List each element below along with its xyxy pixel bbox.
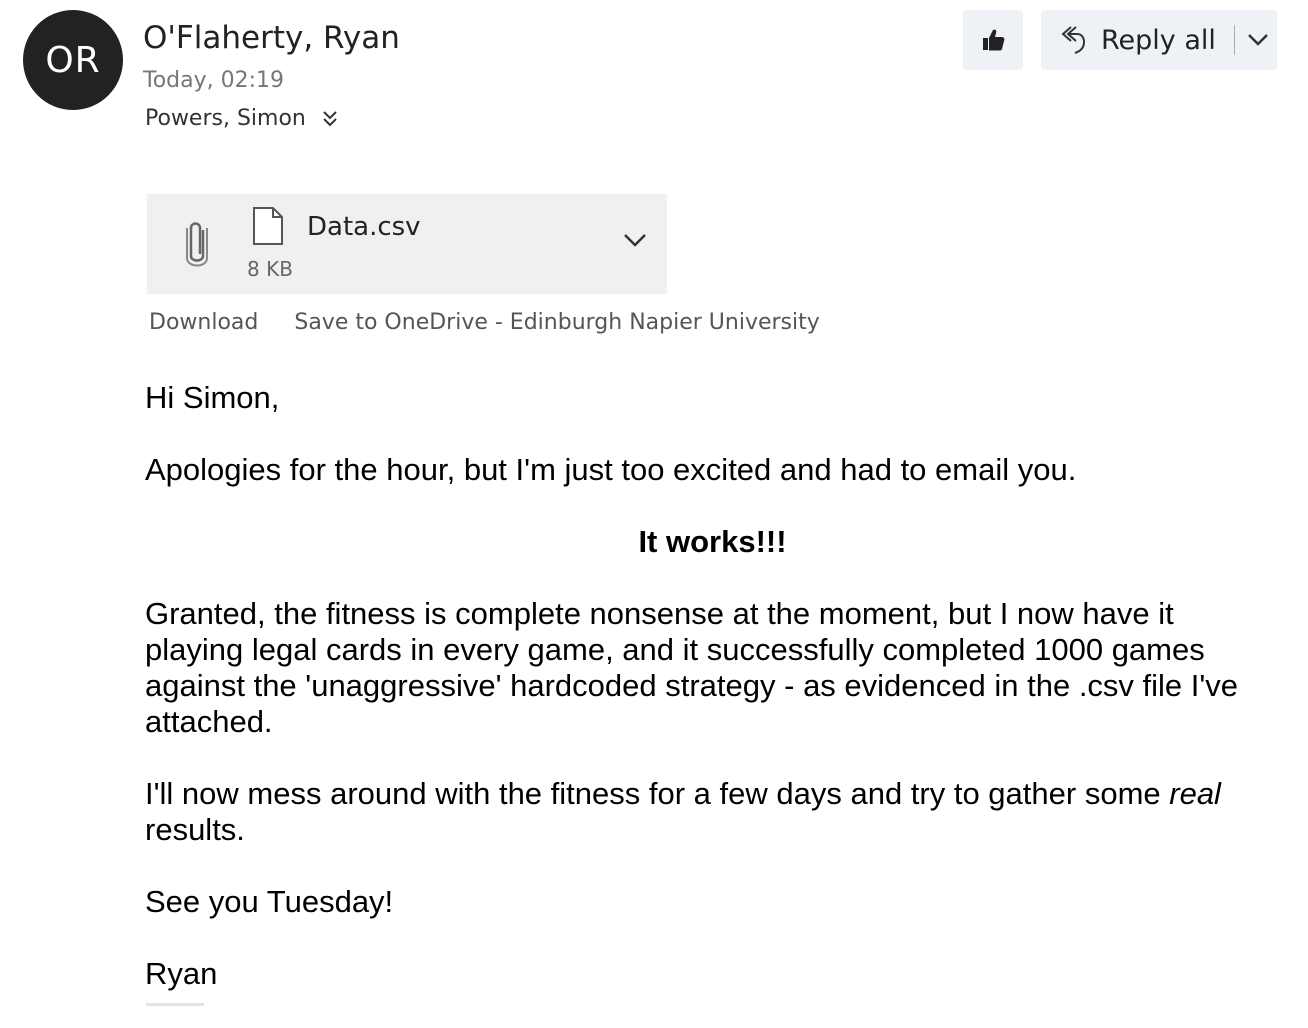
attachment-card[interactable]: Data.csv 8 KB [147,194,667,294]
expand-recipients-icon[interactable] [322,109,338,129]
recipient-name[interactable]: Powers, Simon [145,106,306,131]
message-body: Hi Simon, Apologies for the hour, but I'… [145,380,1280,1028]
save-to-onedrive-link[interactable]: Save to OneDrive - Edinburgh Napier Univ… [294,310,819,335]
like-button[interactable] [963,10,1023,70]
attachment-options-chevron-icon[interactable] [623,232,647,248]
greeting: Hi Simon, [145,380,280,415]
sent-time: Today, 02:19 [143,68,285,93]
file-icon [253,207,283,245]
reply-all-label: Reply all [1101,24,1216,56]
plans-text-end: results. [145,812,245,847]
sender-name[interactable]: O'Flaherty, Ryan [143,20,400,56]
plans-text-start: I'll now mess around with the fitness fo… [145,776,1170,811]
reply-all-button[interactable]: Reply all [1041,10,1277,70]
reply-all-icon [1061,26,1086,54]
paperclip-icon [186,222,208,267]
download-link[interactable]: Download [149,310,258,335]
headline: It works!!! [638,524,787,559]
thumbs-up-icon [983,29,1005,51]
attachment-file-size: 8 KB [247,257,293,281]
recipient-line[interactable]: Powers, Simon [145,106,338,131]
avatar[interactable]: OR [23,10,123,110]
avatar-initials: OR [45,39,101,81]
attachment-file-name[interactable]: Data.csv [307,212,421,242]
paragraph-farewell: See you Tuesday! [145,884,394,919]
attachment-actions: Download Save to OneDrive - Edinburgh Nap… [149,310,820,335]
paragraph-apology: Apologies for the hour, but I'm just too… [145,452,1077,487]
signature-separator [146,1003,204,1006]
reply-divider [1233,25,1235,55]
signature: Ryan [145,956,218,991]
paragraph-results: Granted, the fitness is complete nonsens… [145,596,1239,739]
paragraph-plans: I'll now mess around with the fitness fo… [145,776,1280,848]
chevron-down-icon[interactable] [1247,33,1269,47]
plans-emphasis: real [1169,776,1221,811]
